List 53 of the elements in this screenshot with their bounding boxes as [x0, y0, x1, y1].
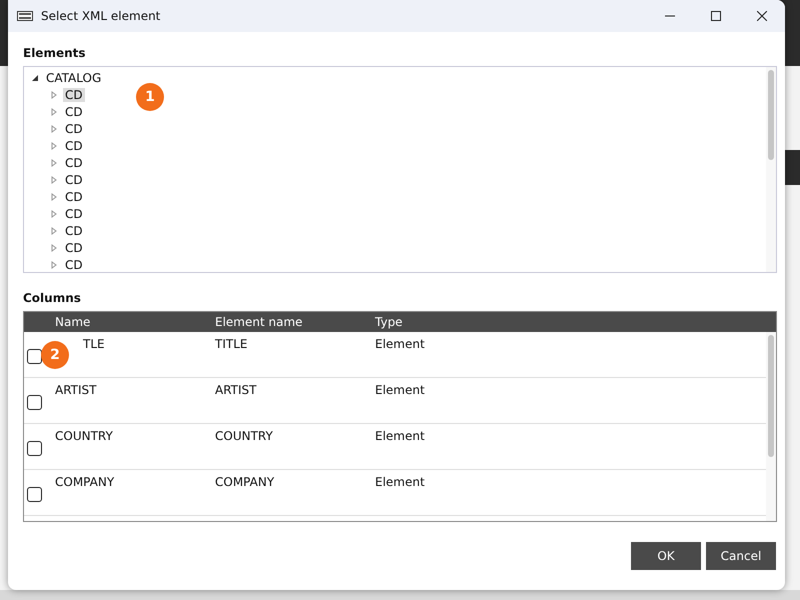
tree-item[interactable]: CD — [63, 224, 85, 238]
checkbox[interactable] — [27, 395, 42, 410]
tree-item[interactable]: CD — [63, 206, 85, 220]
table-cell-text: Element — [375, 429, 426, 443]
tree-item[interactable]: CD — [63, 138, 85, 152]
expanded-triangle-icon[interactable] — [31, 74, 39, 82]
collapsed-triangle-icon[interactable] — [50, 90, 58, 98]
app-icon — [17, 11, 33, 21]
collapsed-triangle-icon[interactable] — [50, 226, 58, 234]
table-cell-text: Element — [375, 475, 426, 489]
collapsed-triangle-icon[interactable] — [50, 158, 58, 166]
scrollbar[interactable] — [766, 332, 776, 521]
table-cell-text: COUNTRY — [55, 429, 114, 443]
table-cell-text: ARTIST — [55, 383, 98, 397]
section-label: Columns — [23, 291, 82, 305]
checkbox[interactable] — [27, 441, 42, 456]
dialog-button[interactable]: OK — [631, 542, 701, 570]
background-panel — [785, 150, 800, 185]
table-cell-text: Element — [375, 337, 426, 351]
tree-item[interactable]: CD — [63, 104, 85, 118]
collapsed-triangle-icon[interactable] — [50, 210, 58, 218]
maximize-icon — [711, 11, 721, 21]
table-cell-text: ARTIST — [215, 383, 258, 397]
tree-item[interactable]: CD — [63, 172, 85, 186]
collapsed-triangle-icon[interactable] — [50, 260, 58, 268]
collapsed-triangle-icon[interactable] — [50, 176, 58, 184]
column-header[interactable]: Name — [55, 315, 215, 329]
tree-item[interactable]: CD — [63, 240, 85, 254]
collapsed-triangle-icon[interactable] — [50, 124, 58, 132]
column-header[interactable]: Type — [375, 315, 535, 329]
table-cell-text: COMPANY — [215, 475, 276, 489]
collapsed-triangle-icon[interactable] — [50, 244, 58, 252]
tree-item[interactable]: CD — [63, 258, 85, 272]
column-header[interactable]: Element name — [215, 315, 375, 329]
table-cell-text: TITLE — [215, 337, 248, 351]
tree-item[interactable]: CD — [63, 122, 85, 136]
table-cell-text: COMPANY — [55, 475, 116, 489]
close-icon — [757, 11, 767, 21]
table-cell-text: Element — [375, 383, 426, 397]
collapsed-triangle-icon[interactable] — [50, 142, 58, 150]
tree-item[interactable]: CD — [63, 156, 85, 170]
checkbox[interactable] — [27, 487, 42, 502]
collapsed-triangle-icon[interactable] — [50, 192, 58, 200]
tree-item[interactable]: CD — [63, 88, 85, 102]
tree-item[interactable]: CATALOG — [44, 70, 104, 84]
dialog-button[interactable]: Cancel — [706, 542, 776, 570]
table-cell-text: TLE — [83, 337, 106, 351]
scrollbar[interactable] — [766, 67, 776, 272]
tree-item[interactable]: CD — [63, 190, 85, 204]
collapsed-triangle-icon[interactable] — [50, 108, 58, 116]
window-title: Select XML element — [41, 9, 162, 23]
table-cell-text: COUNTRY — [215, 429, 274, 443]
section-label: Elements — [23, 46, 87, 60]
